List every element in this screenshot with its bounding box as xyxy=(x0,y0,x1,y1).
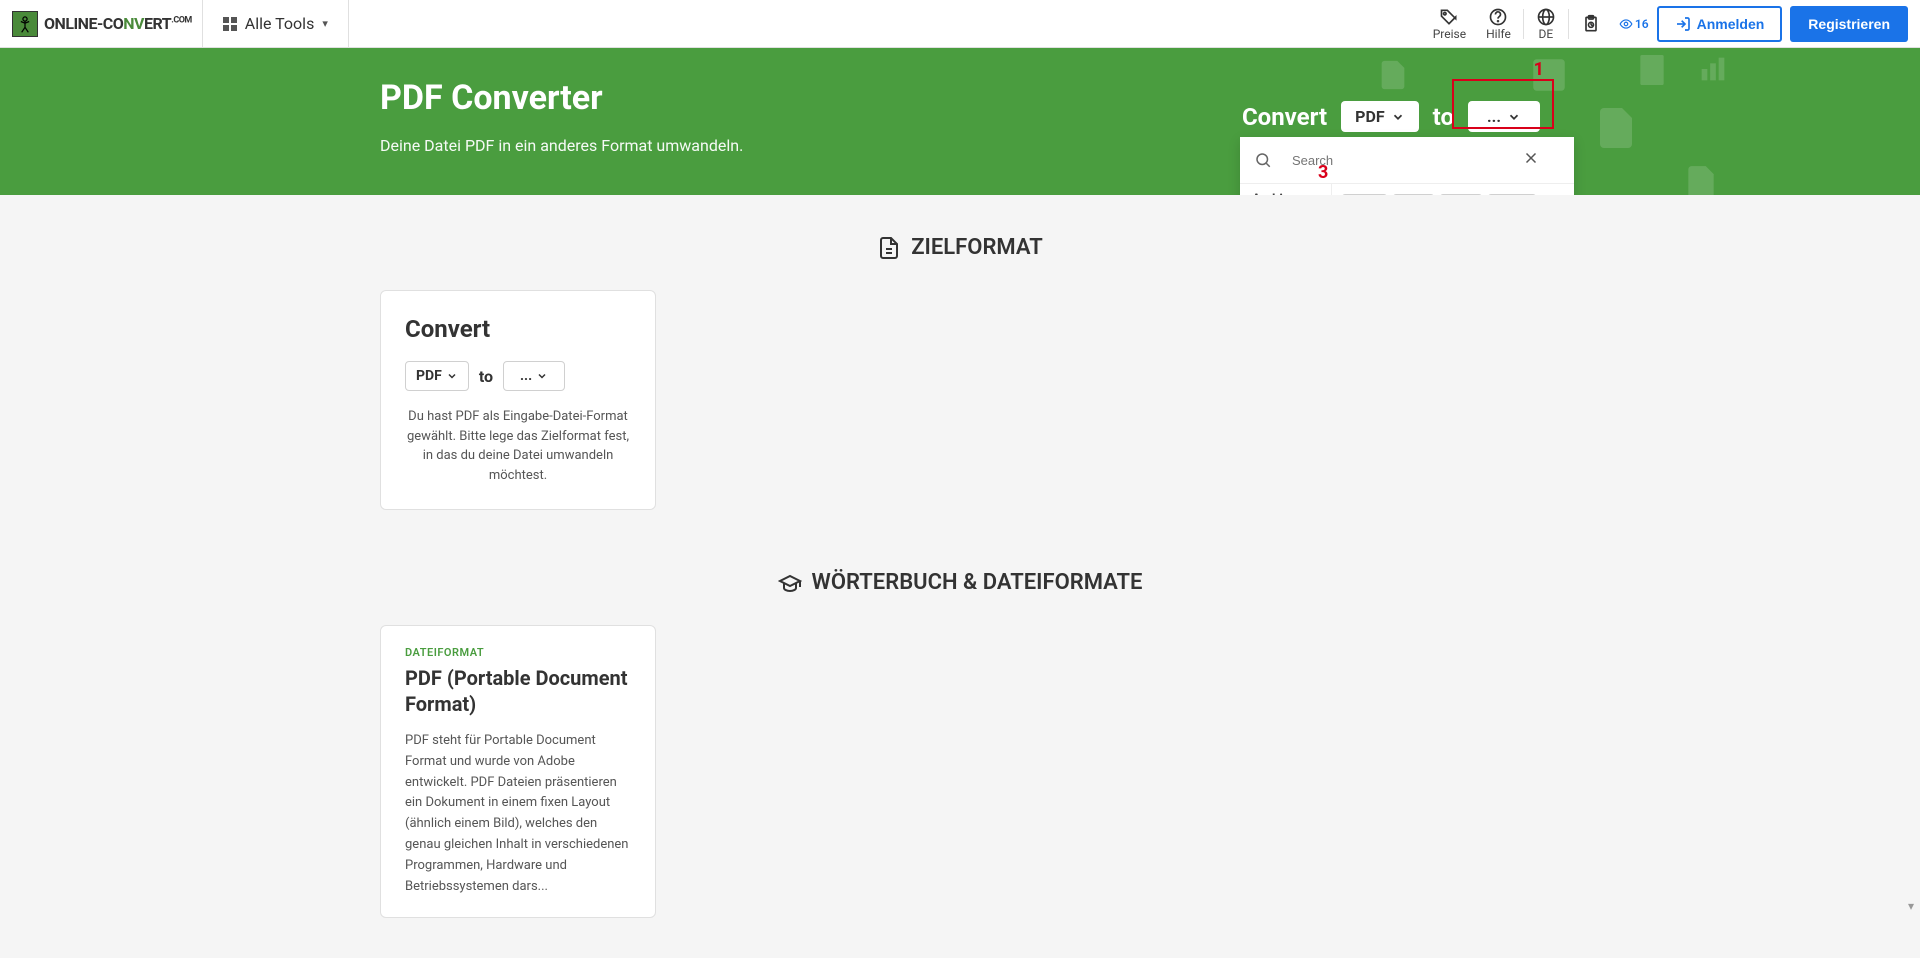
help-link[interactable]: Hilfe xyxy=(1476,0,1521,47)
search-icon xyxy=(1254,151,1272,169)
tag-icon xyxy=(1439,7,1459,27)
format-avi[interactable]: AVI xyxy=(1393,194,1434,195)
eye-icon xyxy=(1619,17,1633,31)
logo-icon xyxy=(12,11,38,37)
format-dropdown: Archiv Audio Dokument eBook Bild Video ›… xyxy=(1240,137,1574,195)
close-icon[interactable] xyxy=(1522,149,1560,171)
card-title: Convert xyxy=(405,315,631,343)
cat-archiv[interactable]: Archiv xyxy=(1240,184,1331,195)
dict-label: DATEIFORMAT xyxy=(405,646,631,659)
page-subtitle: Deine Datei PDF in ein anderes Format um… xyxy=(380,136,743,155)
help-icon xyxy=(1488,7,1508,27)
logo[interactable]: ONLINE-CONVERT.COM xyxy=(12,11,202,37)
from-format-select[interactable]: PDF xyxy=(1341,101,1419,132)
annotation-number-3: 3 xyxy=(1318,162,1328,183)
grid-icon xyxy=(223,17,237,31)
view-count: 16 xyxy=(1611,17,1657,31)
target-format-heading: ZIELFORMAT xyxy=(380,235,1540,260)
annotation-box-1 xyxy=(1452,79,1554,129)
chevron-down-icon xyxy=(536,370,548,382)
format-flv[interactable]: FLV xyxy=(1440,194,1482,195)
dictionary-card: DATEIFORMAT PDF (Portable Document Forma… xyxy=(380,625,656,918)
dictionary-heading: WÖRTERBUCH & DATEIFORMATE xyxy=(380,570,1540,595)
dict-title: PDF (Portable Document Format) xyxy=(405,665,631,717)
to-label: to xyxy=(1433,103,1454,131)
logo-text: ONLINE-CONVERT.COM xyxy=(44,14,192,33)
format-list: 3GP AVI FLV MKV MOV MP4 MPG OGV WEBM WMV… xyxy=(1332,184,1574,195)
pricing-link[interactable]: Preise xyxy=(1423,0,1476,47)
bg-file-icon-3 xyxy=(1682,163,1720,195)
bg-file-icon xyxy=(1376,58,1410,92)
all-tools-label: Alle Tools xyxy=(245,14,315,33)
category-list: Archiv Audio Dokument eBook Bild Video ›… xyxy=(1240,184,1332,195)
bg-file-icon-2 xyxy=(1632,50,1672,90)
all-tools-dropdown[interactable]: Alle Tools ▾ xyxy=(202,0,349,47)
page-title: PDF Converter xyxy=(380,78,743,118)
clipboard-icon xyxy=(1581,14,1601,34)
bg-pdf-icon xyxy=(1592,104,1640,152)
hero: PDF Converter Deine Datei PDF in ein and… xyxy=(0,48,1920,195)
clipboard-link[interactable] xyxy=(1571,0,1611,47)
card-from-select[interactable]: PDF xyxy=(405,361,469,391)
format-mkv[interactable]: MKV xyxy=(1488,194,1536,195)
login-icon xyxy=(1675,16,1691,32)
language-selector[interactable]: DE xyxy=(1526,0,1566,47)
convert-label: Convert xyxy=(1242,103,1327,131)
dict-body: PDF steht für Portable Document Format u… xyxy=(405,731,631,897)
convert-card: Convert PDF to ... Du hast PDF als Einga… xyxy=(380,290,656,510)
hero-convert-bar: Convert PDF to ... 1 xyxy=(1242,101,1540,132)
scroll-indicator: ▾ xyxy=(1908,899,1914,913)
format-3gp[interactable]: 3GP xyxy=(1342,194,1387,195)
document-icon xyxy=(877,236,901,260)
header: ONLINE-CONVERT.COM Alle Tools ▾ Preise H… xyxy=(0,0,1920,48)
register-button[interactable]: Registrieren xyxy=(1790,6,1908,42)
dropdown-search-row xyxy=(1240,137,1574,184)
card-to-select[interactable]: ... xyxy=(503,361,565,391)
annotation-number-1: 1 xyxy=(1534,59,1544,80)
globe-icon xyxy=(1536,7,1556,27)
chevron-down-icon: ▾ xyxy=(322,17,328,30)
login-button[interactable]: Anmelden xyxy=(1657,6,1783,42)
chevron-down-icon xyxy=(446,370,458,382)
graduation-icon xyxy=(778,571,802,595)
bg-chart-icon xyxy=(1696,52,1730,86)
chevron-down-icon xyxy=(1391,110,1405,124)
card-hint: Du hast PDF als Eingabe-Datei-Format gew… xyxy=(405,407,631,485)
card-to-label: to xyxy=(479,367,493,386)
